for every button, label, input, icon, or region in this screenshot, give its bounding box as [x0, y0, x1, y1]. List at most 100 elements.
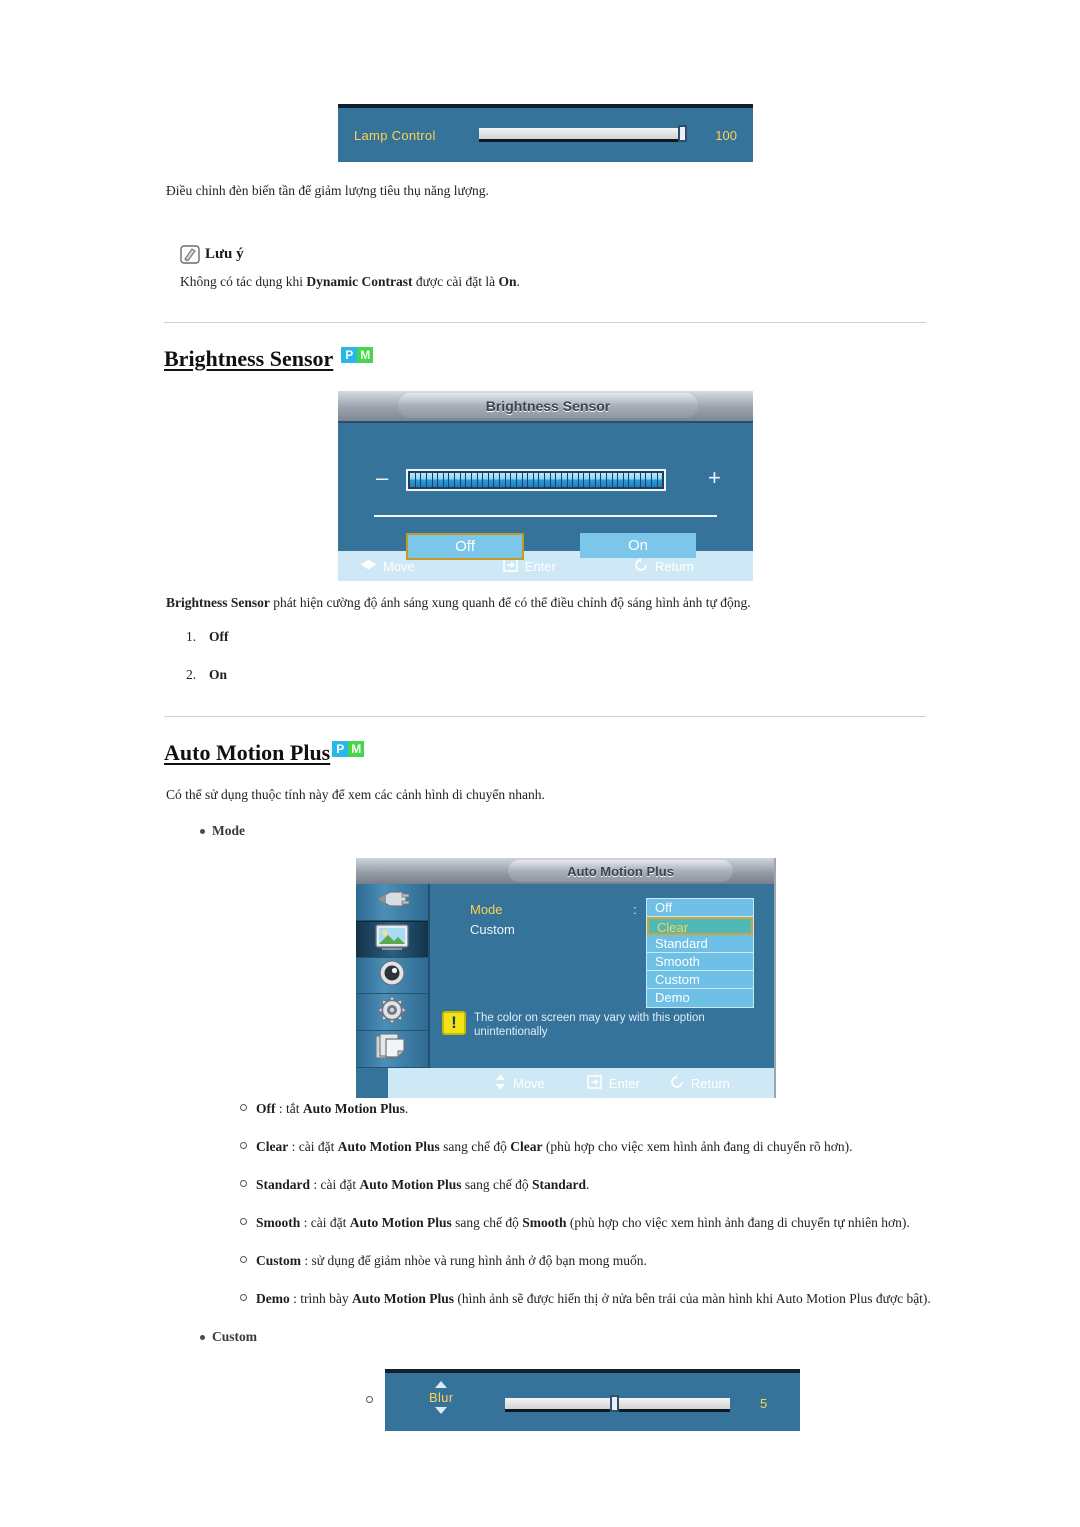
- brightness-on-button[interactable]: On: [580, 533, 696, 558]
- mode-desc-smooth-bold3: Smooth: [522, 1215, 567, 1230]
- bar-segment: [449, 473, 454, 487]
- brightness-sensor-description: Brightness Sensor phát hiện cường độ ánh…: [166, 593, 926, 613]
- blur-slider[interactable]: [505, 1395, 730, 1412]
- bar-segment: [500, 473, 505, 487]
- note-body: Không có tác dụng khi Dynamic Contrast đ…: [180, 272, 925, 292]
- mode-desc-standard-bold3: Standard: [532, 1177, 587, 1192]
- ring-bullet-demo: [240, 1294, 247, 1301]
- bar-segment: [528, 473, 533, 487]
- bullet-custom: [200, 1335, 205, 1340]
- amp-option-custom[interactable]: Custom: [647, 971, 753, 989]
- return-icon: [670, 1074, 685, 1092]
- bar-segment: [539, 473, 544, 487]
- bar-segment: [612, 473, 618, 487]
- amp-footer-enter[interactable]: Enter: [586, 1074, 640, 1092]
- footer-return[interactable]: Return: [634, 557, 694, 575]
- bar-segment: [432, 473, 438, 487]
- osd-auto-motion-plus: Auto Motion Plus Mode Custom: Off Clear…: [356, 858, 776, 1098]
- bar-segment: [651, 473, 657, 487]
- amp-option-smooth[interactable]: Smooth: [647, 953, 753, 971]
- osd-amp-footer: Move Enter Return: [356, 1068, 774, 1098]
- bar-segment: [595, 473, 601, 487]
- mode-desc-clear-pre: : cài đặt: [288, 1139, 338, 1154]
- footer-return-label: Return: [654, 558, 694, 574]
- mode-desc-standard-pre: : cài đặt: [310, 1177, 360, 1192]
- lamp-control-value: 100: [715, 127, 737, 143]
- triangle-down-icon[interactable]: [435, 1407, 448, 1414]
- rail-item-picture[interactable]: [356, 920, 428, 958]
- bar-segment: [466, 473, 471, 487]
- sub-label-mode: Mode: [212, 823, 245, 838]
- bar-segment: [545, 473, 550, 487]
- amp-mode-options-list[interactable]: Off Clear Standard Smooth Custom Demo: [646, 898, 754, 1008]
- enter-icon: [502, 557, 519, 575]
- bar-segment: [561, 473, 567, 487]
- amp-label-mode: Mode: [470, 902, 503, 917]
- ring-bullet-smooth: [240, 1218, 247, 1225]
- footer-move[interactable]: Move: [360, 558, 415, 574]
- amp-option-standard[interactable]: Standard: [647, 935, 753, 953]
- mode-desc-smooth-tail: (phù hợp cho việc xem hình ảnh đang di c…: [566, 1215, 910, 1230]
- bar-segment: [460, 473, 466, 487]
- rail-item-setup[interactable]: [356, 994, 428, 1032]
- bar-segment: [415, 473, 421, 487]
- heading-auto-motion-plus-text: Auto Motion Plus: [164, 740, 331, 765]
- ring-bullet-off: [240, 1104, 247, 1111]
- osd-amp-title: Auto Motion Plus: [508, 860, 733, 882]
- section-divider-2: [164, 716, 926, 717]
- bar-segment: [516, 473, 522, 487]
- triangle-up-icon[interactable]: [435, 1381, 448, 1388]
- bar-segment: [494, 473, 499, 487]
- ring-bullet-custom: [240, 1256, 247, 1263]
- amp-footer-move[interactable]: Move: [494, 1074, 545, 1093]
- mode-desc-standard-tail: .: [586, 1177, 590, 1192]
- lamp-control-slider-knob[interactable]: [678, 125, 687, 142]
- amp-colon: :: [633, 902, 637, 917]
- bar-segment: [590, 473, 595, 487]
- bar-segment: [573, 473, 578, 487]
- rail-item-multi-control[interactable]: [356, 1031, 428, 1068]
- amp-label-custom: Custom: [470, 922, 515, 937]
- bar-segment: [556, 473, 561, 487]
- badge-group-amp: P M: [332, 741, 365, 757]
- list-item-on-label: On: [209, 667, 228, 682]
- brightness-minus-icon[interactable]: –: [376, 465, 388, 491]
- blur-stepper[interactable]: Blur: [429, 1381, 453, 1414]
- mode-desc-clear-bold: Clear: [256, 1139, 289, 1154]
- blur-label: Blur: [429, 1390, 454, 1405]
- bar-segment: [483, 473, 488, 487]
- lamp-control-slider[interactable]: [479, 125, 687, 142]
- mode-desc-smooth-pre: : cài đặt: [300, 1215, 350, 1230]
- amp-warning-line2: unintentionally: [474, 1026, 548, 1039]
- brightness-level-bar[interactable]: [406, 469, 666, 491]
- mode-desc-off: Off : tắt Auto Motion Plus.: [256, 1101, 408, 1117]
- amp-footer-return[interactable]: Return: [670, 1074, 730, 1092]
- amp-option-clear[interactable]: Clear: [647, 917, 753, 935]
- brightness-off-button[interactable]: Off: [406, 533, 524, 560]
- mode-desc-clear-bold2: Auto Motion Plus: [337, 1139, 440, 1154]
- bar-segment: [657, 473, 663, 487]
- bar-segment: [455, 473, 460, 487]
- amp-option-demo[interactable]: Demo: [647, 989, 753, 1007]
- note-body-prefix: Không có tác dụng khi: [180, 274, 307, 289]
- mode-desc-standard-bold: Standard: [256, 1177, 311, 1192]
- brightness-plus-icon[interactable]: +: [708, 465, 721, 491]
- footer-enter[interactable]: Enter: [502, 557, 556, 575]
- mode-desc-standard-post: sang chế độ: [461, 1177, 533, 1192]
- badge-p-icon: P: [341, 347, 358, 363]
- heading-brightness-sensor: Brightness Sensor P M: [164, 346, 374, 372]
- blur-slider-knob[interactable]: [610, 1395, 619, 1412]
- rail-item-sound[interactable]: [356, 958, 428, 995]
- bar-segment: [511, 473, 516, 487]
- mode-desc-demo-bold: Demo: [256, 1291, 290, 1306]
- rail-item-input[interactable]: [356, 884, 428, 921]
- numbered-marker-2: 2.: [186, 667, 197, 682]
- auto-motion-plus-description: Có thể sử dụng thuộc tính này để xem các…: [166, 787, 545, 802]
- mode-desc-clear-bold3: Clear: [510, 1139, 543, 1154]
- brightness-sensor-desc-rest: phát hiện cường độ ánh sáng xung quanh đ…: [269, 595, 751, 610]
- move-updown-icon: [494, 1074, 507, 1093]
- mode-desc-clear-post: sang chế độ: [439, 1139, 511, 1154]
- section-divider-1: [164, 322, 926, 323]
- mode-desc-custom-pre: : sử dụng để giảm nhòe và rung hình ảnh …: [301, 1253, 647, 1268]
- amp-option-off[interactable]: Off: [647, 899, 753, 917]
